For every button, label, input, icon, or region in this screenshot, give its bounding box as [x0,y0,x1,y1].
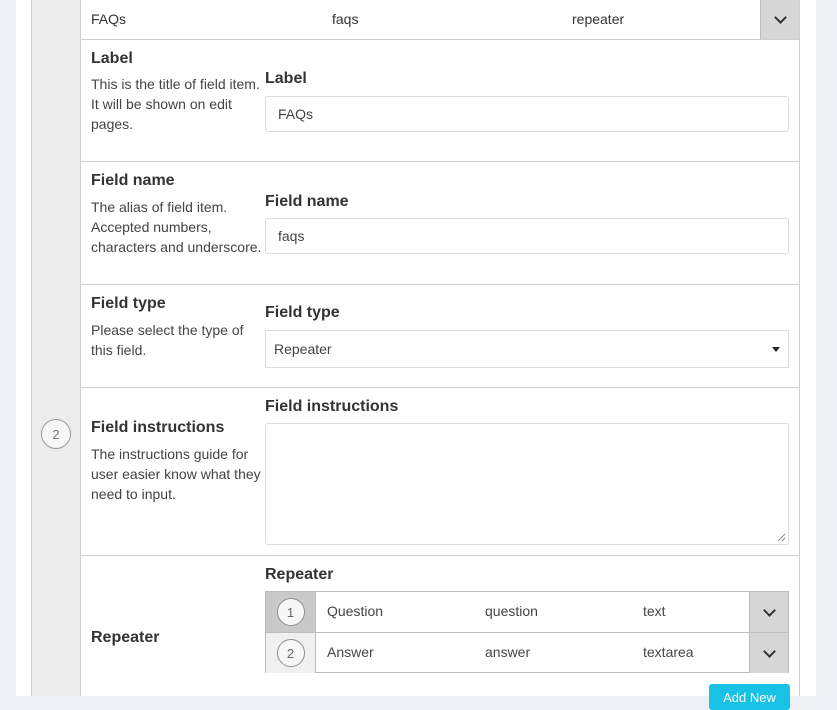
field-name-field-label: Field name [265,193,349,210]
field-name-section-description: The alias of field item. Accepted number… [91,199,262,255]
chevron-down-icon [762,644,776,658]
caret-down-icon [772,347,780,352]
repeater-row-label: Answer [327,644,374,660]
field-type-section-description: Please select the type of this field. [91,322,244,358]
repeater-section-title: Repeater [91,629,160,646]
repeater-row-name: question [485,603,538,619]
field-name-section: Field name The alias of field item. Acce… [81,162,799,285]
field-type-section: Field type Please select the type of thi… [81,285,799,388]
chevron-down-icon [773,11,787,24]
label-field-label: Label [265,70,307,87]
repeater-row-type: text [643,603,666,619]
field-instructions-field-label: Field instructions [265,398,399,415]
repeater-row-type: textarea [643,644,694,660]
repeater-row-label: Question [327,603,384,619]
repeater-row-number: 2 [276,639,305,667]
field-summary-label: FAQs [91,11,127,27]
row-number-gutter [31,0,81,696]
repeater-field-label: Repeater [265,566,334,583]
field-summary-name: faqs [332,11,359,27]
add-new-button[interactable]: Add New [709,684,790,710]
table-row[interactable]: 1 Question question text [266,592,788,633]
repeater-fields-table: 1 Question question text 2 Answer answer… [265,591,789,673]
label-input[interactable]: FAQs [265,96,789,132]
repeater-row-name: answer [485,644,531,660]
field-instructions-textarea[interactable] [265,423,789,545]
repeater-row-number: 1 [276,598,305,626]
field-instructions-section: Field instructions The instructions guid… [81,388,799,556]
field-instructions-section-description: The instructions guide for user easier k… [91,446,261,502]
chevron-down-icon [762,603,776,617]
repeater-row-number-cell[interactable]: 2 [266,633,316,673]
field-name-section-title: Field name [91,172,175,189]
collapse-toggle-button[interactable] [760,0,799,39]
repeater-row-toggle-button[interactable] [749,633,788,673]
label-section: Label This is the title of field item. I… [81,40,799,162]
field-summary-row[interactable]: FAQs faqs repeater [81,0,799,40]
label-section-title: Label [91,50,133,67]
field-row-number: 2 [41,419,71,449]
field-instructions-section-title: Field instructions [91,419,225,436]
field-type-field-label: Field type [265,304,340,321]
field-settings-panel: FAQs faqs repeater Label This is the tit… [81,0,800,710]
label-section-description: This is the title of field item. It will… [91,76,260,132]
field-type-section-title: Field type [91,295,166,312]
repeater-row-toggle-button[interactable] [749,592,788,632]
resize-handle-icon[interactable] [777,533,786,542]
field-name-input[interactable]: faqs [265,218,789,254]
field-summary-type: repeater [572,11,625,27]
table-row[interactable]: 2 Answer answer textarea [266,633,788,673]
field-type-selected-value: Repeater [274,341,332,357]
field-type-select[interactable]: Repeater [265,330,789,368]
repeater-row-number-cell[interactable]: 1 [266,592,316,632]
